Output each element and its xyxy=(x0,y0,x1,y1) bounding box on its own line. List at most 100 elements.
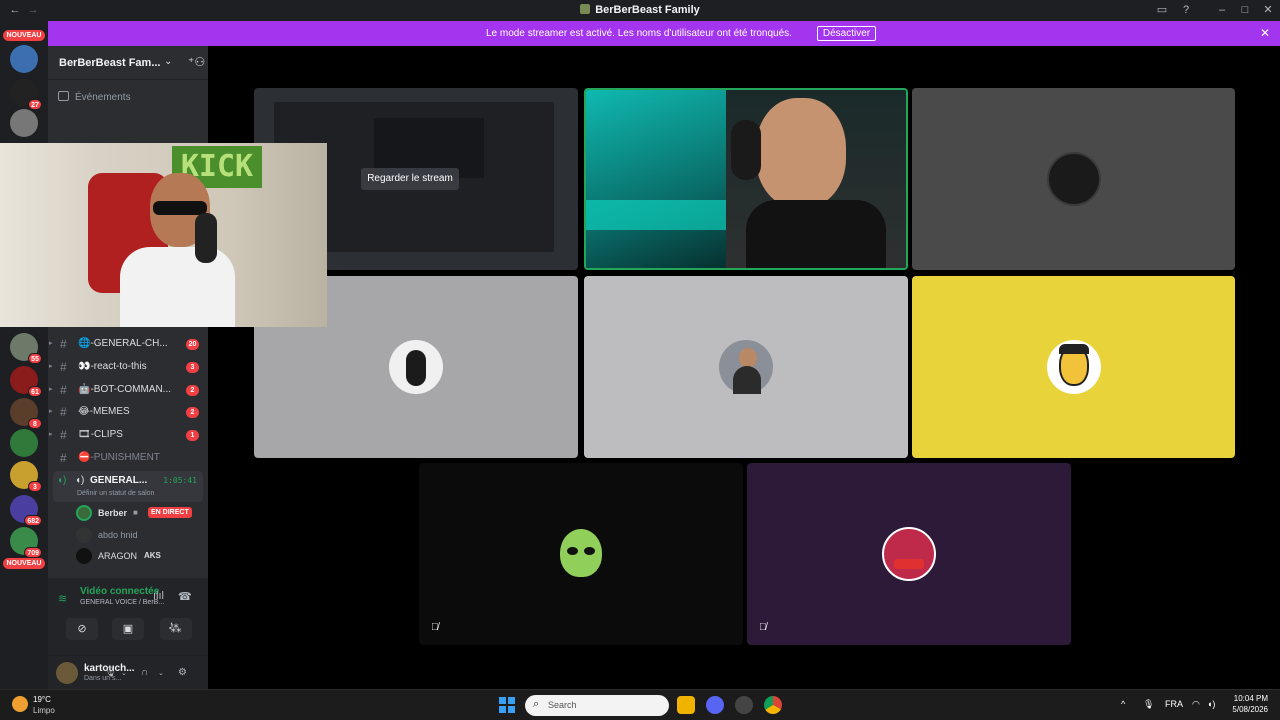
disable-streamer-mode-button[interactable]: Désactiver xyxy=(817,26,876,41)
voice-connection-panel: ≋ Vidéo connectée GENERAL VOICE / BerB..… xyxy=(48,578,208,656)
voice-channel-general[interactable]: ◖) ◖) GENERAL... 1:05:41 Définir un stat… xyxy=(53,471,203,502)
server-icon[interactable] xyxy=(10,109,38,137)
voice-user[interactable]: abdo hnid xyxy=(76,526,204,544)
weather-condition[interactable]: Limpo xyxy=(33,706,55,715)
chevron-down-icon[interactable]: ⌄ xyxy=(121,669,127,677)
text-channel-icon: # xyxy=(60,383,67,397)
unread-indicator-icon: ▸ xyxy=(49,340,53,347)
webcam-tile-berber[interactable] xyxy=(584,88,908,270)
taskbar-search-input[interactable]: ⌕ Search xyxy=(525,695,669,716)
set-channel-status-hint[interactable]: Définir un statut de salon xyxy=(77,490,154,497)
chrome-icon[interactable] xyxy=(764,696,782,714)
channel-item[interactable]: ▸ # 👀-react-to-this 3 xyxy=(49,357,202,377)
invite-people-icon[interactable]: ⁺⚇ xyxy=(188,55,205,69)
channel-item[interactable]: ▸ # 🎞-CLIPS 1 xyxy=(49,425,202,445)
person-shirt xyxy=(120,247,235,327)
avatar[interactable] xyxy=(56,662,78,684)
voice-user[interactable]: ARAGON AKS xyxy=(76,547,204,565)
participant-tile[interactable] xyxy=(912,276,1235,458)
windows-start-icon[interactable] xyxy=(499,697,515,713)
headphones-icon[interactable]: ∩ xyxy=(141,667,148,678)
text-channel-icon: # xyxy=(60,428,67,442)
server-icon[interactable]: 27 xyxy=(10,79,42,110)
inbox-icon[interactable]: ▭ xyxy=(1155,3,1169,17)
avatar xyxy=(719,340,773,394)
sunglasses xyxy=(153,201,207,215)
video-stage: Regarder le stream 🎙̸ 🎙̸ xyxy=(208,46,1280,689)
channel-item[interactable]: ▸ # 🤖-BOT-COMMAN... 2 xyxy=(49,380,202,400)
wifi-icon[interactable]: ◠ xyxy=(1192,699,1200,710)
server-icon[interactable] xyxy=(10,429,38,457)
streamer-webcam-overlay: KICK xyxy=(0,143,327,327)
avatar xyxy=(76,527,92,543)
server-icon[interactable]: 3 xyxy=(10,461,42,492)
participant-tile[interactable]: 🎙̸ xyxy=(419,463,743,645)
voice-path[interactable]: GENERAL VOICE / BerB... xyxy=(80,599,164,606)
avatar xyxy=(882,527,936,581)
gear-icon[interactable]: ⚙ xyxy=(178,667,187,678)
search-icon: ⌕ xyxy=(533,698,540,710)
text-channel-icon: # xyxy=(60,405,67,419)
server-icon[interactable]: 8 xyxy=(10,398,42,429)
server-icon[interactable]: 61 xyxy=(10,366,42,397)
voice-user[interactable]: Berber ■ EN DIRECT xyxy=(76,504,204,522)
discord-app-icon[interactable] xyxy=(706,696,724,714)
channel-item[interactable]: ▸ # 🌐-GENERAL-CH... 20 xyxy=(49,334,202,354)
guild-header[interactable]: BerBerBeast Fam... ⌄ ⁺⚇ xyxy=(48,46,208,80)
camera-off-button[interactable]: ⊘ xyxy=(66,618,98,640)
streamer-person xyxy=(120,163,235,327)
avatar xyxy=(389,340,443,394)
channel-item[interactable]: # ⛔-PUNISHMENT xyxy=(56,448,202,468)
server-icon[interactable]: 682 xyxy=(10,495,42,526)
weather-temperature[interactable]: 19°C xyxy=(33,695,51,704)
muted-mic-icon: 🎙̸ xyxy=(759,622,767,633)
streamer-mode-banner: Le mode streamer est activé. Les noms d'… xyxy=(48,21,1280,46)
help-icon[interactable]: ? xyxy=(1179,3,1193,17)
participant-tile[interactable] xyxy=(912,88,1235,270)
watch-stream-button[interactable]: Regarder le stream xyxy=(361,168,459,190)
banner-close-icon[interactable]: ✕ xyxy=(1260,26,1270,40)
unread-indicator-icon: ▸ xyxy=(49,408,53,415)
clock-time: 10:04 PM xyxy=(1233,694,1268,703)
maximize-icon[interactable]: □ xyxy=(1238,3,1252,17)
unread-indicator-icon: ▸ xyxy=(49,386,53,393)
soundboard-icon[interactable]: ♪ xyxy=(168,618,174,632)
screen-share-button[interactable]: ▣ xyxy=(112,618,144,640)
taskbar-clock[interactable]: 10:04 PM 5/08/2026 xyxy=(1224,694,1268,714)
volume-icon[interactable]: ◖) xyxy=(1207,699,1215,709)
close-icon[interactable]: ✕ xyxy=(1261,3,1275,17)
file-explorer-icon[interactable] xyxy=(677,696,695,714)
channel-item[interactable]: ▸ # 😂-MEMES 2 xyxy=(49,402,202,422)
unread-indicator-icon: ▸ xyxy=(49,431,53,438)
mention-count-badge: 20 xyxy=(186,339,199,350)
user-panel: kartouch... Dans un s... 🎙 ⌄ ∩ ⌄ ⚙ xyxy=(48,656,208,689)
server-icon[interactable] xyxy=(10,45,38,73)
participant-tile[interactable]: 🎙̸ xyxy=(747,463,1071,645)
signal-icon[interactable]: ≋ xyxy=(58,592,67,605)
server-icon[interactable]: 55 xyxy=(10,333,42,364)
input-language[interactable]: FRA xyxy=(1165,699,1183,709)
server-icon[interactable]: 709 xyxy=(10,527,42,558)
weather-icon[interactable] xyxy=(12,696,28,712)
person-shirt xyxy=(746,200,886,268)
chevron-down-icon[interactable]: ⌄ xyxy=(158,669,164,677)
alien-eye xyxy=(584,547,595,555)
events-link[interactable]: Événements xyxy=(58,91,131,103)
microphone-icon[interactable]: 🎙 xyxy=(104,667,117,678)
mention-count-badge: 1 xyxy=(186,430,199,441)
participant-tile[interactable] xyxy=(584,276,908,458)
avatar xyxy=(554,527,608,581)
app-icon[interactable] xyxy=(735,696,753,714)
noise-suppression-icon[interactable]: ılıl xyxy=(153,590,164,602)
chevron-up-icon[interactable]: ^ xyxy=(1121,699,1125,709)
activities-button[interactable]: ⁂ xyxy=(160,618,192,640)
avatar xyxy=(76,548,92,564)
mention-count-badge: 2 xyxy=(186,407,199,418)
disconnect-icon[interactable]: ☎ xyxy=(178,590,192,603)
avatar-figure xyxy=(406,350,426,386)
microphone-icon[interactable]: 🎙 xyxy=(1143,699,1154,710)
window-titlebar: ← → BerBerBeast Family ▭ ? – □ ✕ xyxy=(0,0,1280,21)
unread-indicator-icon: ▸ xyxy=(49,363,53,370)
minimize-icon[interactable]: – xyxy=(1215,3,1229,17)
microphone-stand xyxy=(195,213,217,263)
